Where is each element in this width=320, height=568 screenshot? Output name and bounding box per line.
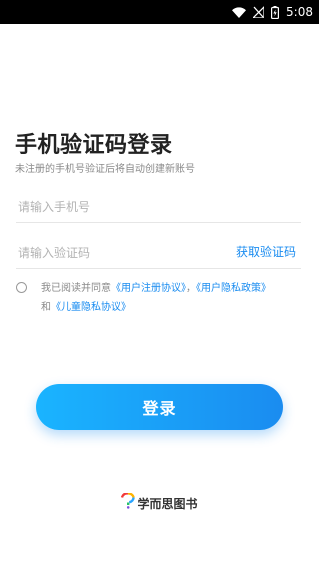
battery-charging-icon <box>271 5 280 19</box>
agreement-text: 我已阅读并同意《用户注册协议》，《用户隐私政策》和《儿童隐私协议》 <box>41 279 306 317</box>
status-time: 5:08 <box>286 5 313 19</box>
agreement-row: 我已阅读并同意《用户注册协议》，《用户隐私政策》和《儿童隐私协议》 <box>16 279 306 317</box>
agreement-conjunction: 和 <box>41 302 51 313</box>
signal-off-icon <box>253 6 265 18</box>
login-button[interactable]: 登录 <box>36 384 283 430</box>
child-privacy-link[interactable]: 《儿童隐私协议》 <box>51 302 131 313</box>
privacy-policy-link[interactable]: 《用户隐私政策》 <box>196 283 271 294</box>
get-code-button[interactable]: 获取验证码 <box>236 238 296 268</box>
brand-logo-icon <box>121 492 136 513</box>
wifi-icon <box>232 6 247 18</box>
agreement-radio[interactable] <box>16 282 27 293</box>
brand: 学而思图书 <box>0 492 319 513</box>
page-subtitle: 未注册的手机号验证后将自动创建新账号 <box>15 164 195 175</box>
agreement-separator: ， <box>186 283 196 294</box>
status-icons: 5:08 <box>232 0 313 24</box>
user-agreement-link[interactable]: 《用户注册协议》 <box>111 283 186 294</box>
phone-input[interactable] <box>16 192 220 222</box>
page-title: 手机验证码登录 <box>15 133 173 158</box>
code-field: 获取验证码 <box>16 238 301 269</box>
verification-code-input[interactable] <box>16 238 220 268</box>
status-bar: 5:08 <box>0 0 319 24</box>
agreement-prefix: 我已阅读并同意 <box>41 283 111 294</box>
brand-name: 学而思图书 <box>137 496 198 511</box>
phone-field <box>16 192 301 223</box>
